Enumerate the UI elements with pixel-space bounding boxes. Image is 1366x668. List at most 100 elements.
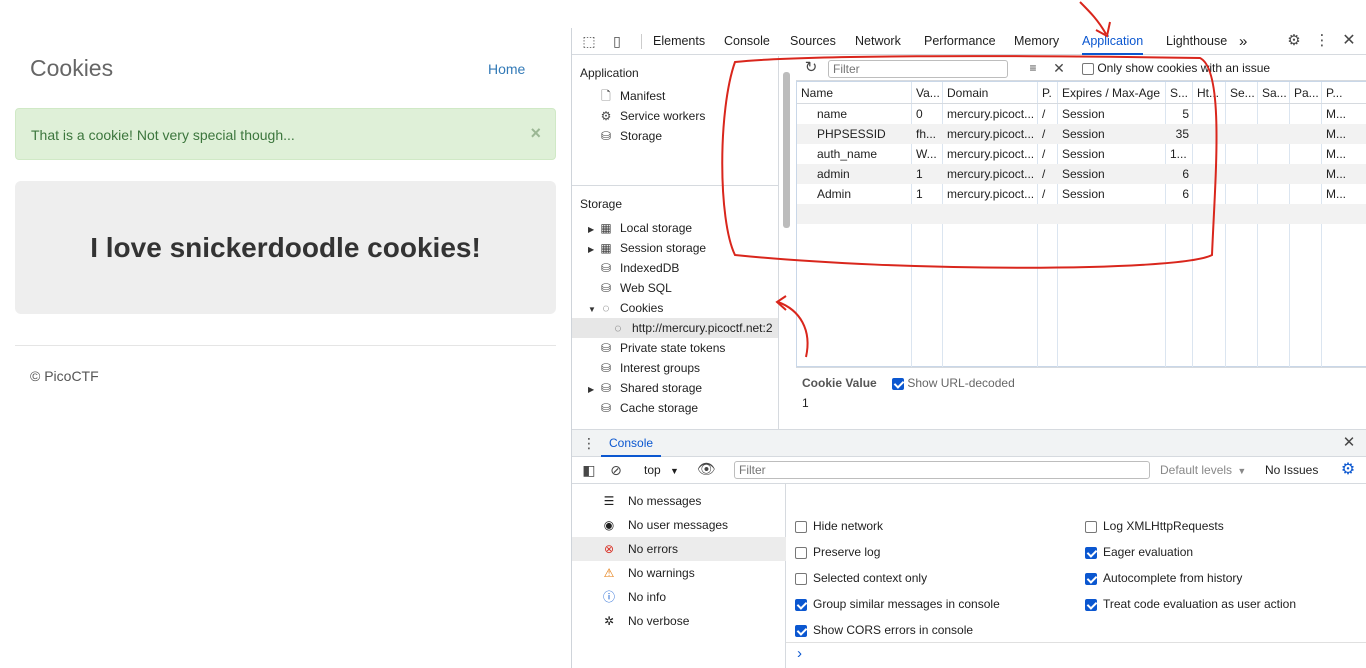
option-treat-as-user-action[interactable]: Treat code evaluation as user action — [1085, 596, 1296, 612]
table-row[interactable]: admin 1 mercury.picoct... / Session 6 M.… — [797, 164, 1366, 184]
header-samesite[interactable]: Sa... — [1258, 82, 1290, 104]
sidebar-item-cookies[interactable]: ▼ ◌ Cookies — [588, 298, 663, 318]
filter-errors[interactable]: ⊗ No errors — [572, 537, 786, 561]
refresh-icon[interactable]: ↻ — [802, 59, 820, 77]
header-size[interactable]: S... — [1166, 82, 1193, 104]
close-drawer-icon[interactable]: ✕ — [1340, 434, 1358, 452]
tab-performance[interactable]: Performance — [924, 28, 996, 55]
checkbox[interactable] — [1085, 572, 1097, 585]
option-eager-evaluation[interactable]: Eager evaluation — [1085, 544, 1193, 560]
sidebar-item-private-state-tokens[interactable]: ⛁ Private state tokens — [598, 338, 725, 358]
header-priority[interactable]: P... — [1322, 82, 1366, 104]
only-issues-checkbox[interactable] — [1082, 62, 1094, 75]
header-path[interactable]: P. — [1038, 82, 1058, 104]
empty-row — [797, 204, 1366, 224]
sidebar-vertical-scrollbar[interactable] — [779, 56, 793, 429]
filter-label: No errors — [628, 542, 679, 556]
issues-counter[interactable]: No Issues — [1265, 463, 1318, 477]
filter-verbose[interactable]: ✲ No verbose — [572, 609, 786, 633]
more-options-icon[interactable]: ⋮ — [1313, 32, 1331, 50]
option-log-xhr[interactable]: Log XMLHttpRequests — [1085, 518, 1224, 534]
tab-lighthouse[interactable]: Lighthouse — [1166, 28, 1227, 55]
header-httponly[interactable]: Ht... — [1193, 82, 1226, 104]
console-settings-gear-icon[interactable]: ⚙ — [1339, 461, 1357, 479]
sidebar-item-cookie-origin[interactable]: ◌ http://mercury.picoctf.net:2 — [610, 318, 772, 338]
sidebar-item-session-storage[interactable]: ▶ ▦ Session storage — [588, 238, 706, 258]
context-selector[interactable]: top ▼ — [644, 463, 679, 477]
sidebar-item-shared-storage[interactable]: ▶ ⛁ Shared storage — [588, 378, 702, 398]
option-hide-network[interactable]: Hide network — [795, 518, 883, 534]
expand-arrow-icon[interactable]: ▶ — [588, 240, 598, 260]
checkbox[interactable] — [1085, 598, 1097, 611]
sidebar-item-storage[interactable]: ⛁ Storage — [598, 126, 662, 146]
delete-cookie-icon[interactable]: ✕ — [1050, 59, 1068, 77]
checkbox[interactable] — [1085, 546, 1097, 559]
checkbox[interactable] — [795, 598, 807, 611]
sidebar-item-indexeddb[interactable]: ⛁ IndexedDB — [598, 258, 679, 278]
console-prompt[interactable]: › — [797, 645, 802, 662]
clear-filtered-icon[interactable]: ≡ — [1024, 59, 1042, 77]
sidebar-item-web-sql[interactable]: ⛁ Web SQL — [598, 278, 672, 298]
vertical-scroll-thumb[interactable] — [783, 72, 790, 228]
expand-arrow-icon[interactable]: ▶ — [588, 380, 598, 400]
filter-messages[interactable]: ☰ No messages — [572, 489, 786, 513]
tab-sources[interactable]: Sources — [790, 28, 836, 55]
sidebar-toggle-icon[interactable]: ◧ — [580, 461, 598, 479]
sidebar-item-manifest[interactable]: 🗋 Manifest — [598, 86, 665, 106]
filter-user-messages[interactable]: ◉ No user messages — [572, 513, 786, 537]
checkbox[interactable] — [795, 624, 807, 637]
table-row[interactable]: name 0 mercury.picoct... / Session 5 M..… — [797, 104, 1366, 124]
clear-console-icon[interactable]: ⊘ — [607, 461, 625, 479]
drawer-tab-console[interactable]: Console — [601, 430, 662, 457]
only-issues-toggle[interactable]: Only show cookies with an issue — [1082, 61, 1270, 75]
filter-info[interactable]: ⓘ No info — [572, 585, 786, 609]
tab-elements[interactable]: Elements — [653, 28, 705, 55]
home-link[interactable]: Home — [488, 61, 525, 77]
more-tabs-icon[interactable]: » — [1239, 28, 1247, 55]
close-devtools-icon[interactable]: ✕ — [1340, 32, 1358, 50]
option-preserve-log[interactable]: Preserve log — [795, 544, 880, 560]
console-drawer: ⋮ Console ✕ ◧ ⊘ top ▼ 👁 Default levels ▼… — [572, 429, 1366, 668]
device-toolbar-icon[interactable]: ▯ — [608, 32, 626, 50]
table-row[interactable]: Admin 1 mercury.picoct... / Session 6 M.… — [797, 184, 1366, 204]
header-secure[interactable]: Se... — [1226, 82, 1258, 104]
collapse-arrow-icon[interactable]: ▼ — [588, 300, 598, 320]
header-partition-key[interactable]: Pa... — [1290, 82, 1322, 104]
option-selected-context-only[interactable]: Selected context only — [795, 570, 927, 586]
checkbox[interactable] — [795, 546, 807, 559]
drawer-menu-icon[interactable]: ⋮ — [580, 434, 598, 452]
inspect-element-icon[interactable]: ⬚ — [580, 32, 598, 50]
checkbox[interactable] — [1085, 520, 1097, 533]
cookie-filter-input[interactable] — [828, 60, 1008, 78]
sidebar-item-interest-groups[interactable]: ⛁ Interest groups — [598, 358, 700, 378]
option-group-similar[interactable]: Group similar messages in console — [795, 596, 1000, 612]
header-value[interactable]: Va... — [912, 82, 943, 104]
bug-icon: ✲ — [603, 614, 615, 628]
tab-network[interactable]: Network — [855, 28, 901, 55]
header-name[interactable]: Name — [797, 82, 912, 104]
url-decoded-toggle[interactable]: Show URL-decoded — [892, 376, 1015, 390]
sidebar-item-cache-storage[interactable]: ⛁ Cache storage — [598, 398, 698, 418]
settings-gear-icon[interactable]: ⚙ — [1285, 32, 1303, 50]
checkbox[interactable] — [795, 572, 807, 585]
header-domain[interactable]: Domain — [943, 82, 1038, 104]
log-levels-dropdown[interactable]: Default levels ▼ — [1160, 463, 1246, 477]
tab-application[interactable]: Application — [1082, 28, 1144, 55]
filter-label: No user messages — [628, 518, 729, 532]
alert-close-button[interactable]: × — [530, 123, 541, 144]
option-autocomplete-history[interactable]: Autocomplete from history — [1085, 570, 1242, 586]
tab-console[interactable]: Console — [724, 28, 770, 55]
tab-memory[interactable]: Memory — [1014, 28, 1059, 55]
checkbox[interactable] — [795, 520, 807, 533]
sidebar-item-service-workers[interactable]: ⚙ Service workers — [598, 106, 706, 126]
console-filter-input[interactable] — [734, 461, 1150, 479]
url-decoded-checkbox[interactable] — [892, 377, 904, 390]
live-expression-eye-icon[interactable]: 👁 — [697, 461, 716, 479]
table-row[interactable]: auth_name W... mercury.picoct... / Sessi… — [797, 144, 1366, 164]
expand-arrow-icon[interactable]: ▶ — [588, 220, 598, 240]
table-row[interactable]: PHPSESSID fh... mercury.picoct... / Sess… — [797, 124, 1366, 144]
header-expires[interactable]: Expires / Max-Age — [1058, 82, 1166, 104]
sidebar-item-local-storage[interactable]: ▶ ▦ Local storage — [588, 218, 692, 238]
option-cors-errors[interactable]: Show CORS errors in console — [795, 622, 973, 638]
filter-warnings[interactable]: ⚠ No warnings — [572, 561, 786, 585]
